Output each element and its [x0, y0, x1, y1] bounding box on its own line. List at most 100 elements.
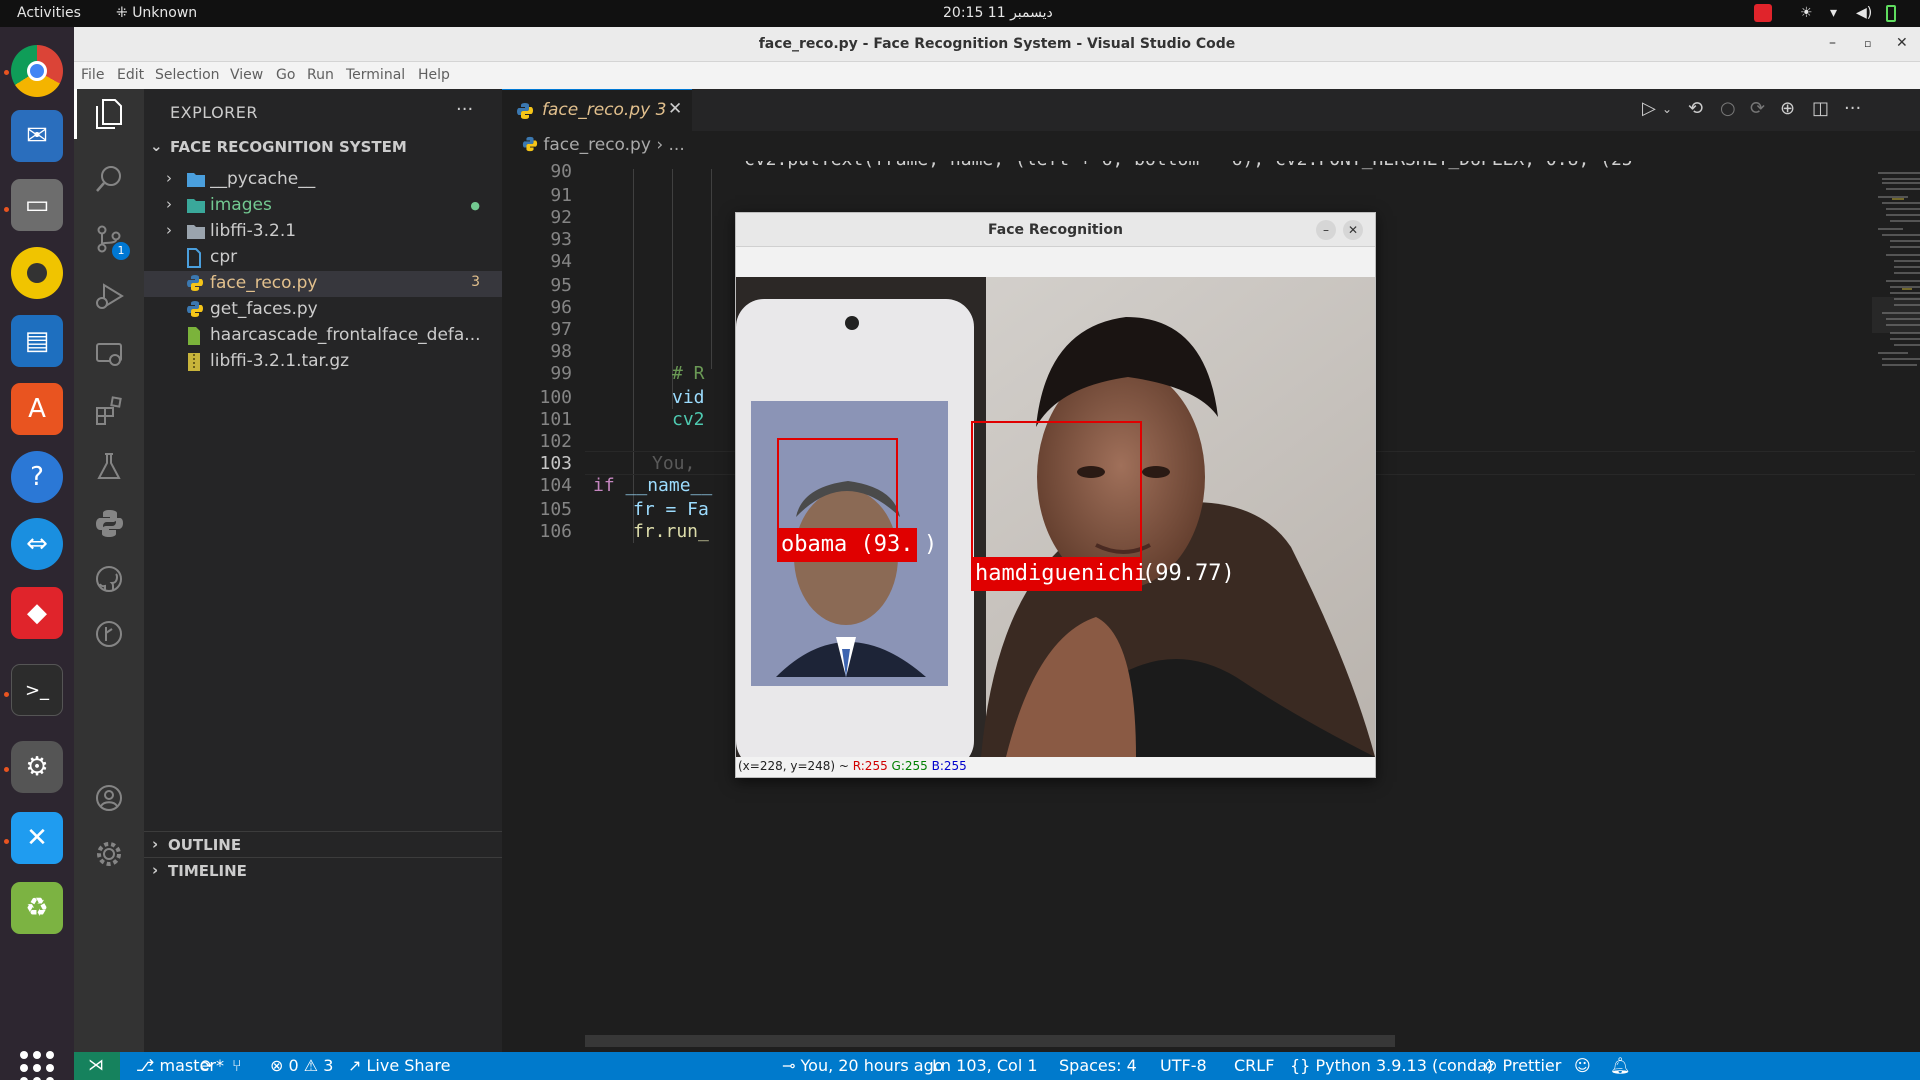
menu-edit[interactable]: Edit: [117, 67, 144, 83]
rhythmbox-icon[interactable]: [11, 247, 63, 299]
python-interpreter[interactable]: 3.9.13 (conda): [1376, 1056, 1493, 1075]
tree-item-libffi[interactable]: › libffi-3.2.1: [144, 219, 502, 245]
minimap[interactable]: [1872, 169, 1920, 419]
language-mode[interactable]: {} Python: [1290, 1056, 1371, 1075]
run-debug-icon[interactable]: [84, 271, 134, 321]
tree-item-get-faces[interactable]: get_faces.py: [144, 297, 502, 323]
anydesk-icon[interactable]: ◆: [11, 587, 63, 639]
tree-item-face-reco[interactable]: face_reco.py 3: [144, 271, 502, 297]
line-number: 97: [550, 319, 572, 340]
breadcrumb-symbols[interactable]: › ...: [656, 135, 684, 155]
software-center-icon[interactable]: A: [11, 383, 63, 435]
accounts-icon[interactable]: [84, 773, 134, 823]
explorer-icon[interactable]: [74, 89, 134, 139]
eol-setting[interactable]: CRLF: [1234, 1056, 1274, 1075]
menu-terminal[interactable]: Terminal: [346, 67, 405, 83]
search-icon[interactable]: [84, 154, 134, 204]
testing-flask-icon[interactable]: [84, 441, 134, 491]
tree-item-images[interactable]: › images ●: [144, 193, 502, 219]
maximize-window-button[interactable]: ▫: [1864, 37, 1871, 50]
chrome-icon[interactable]: [11, 45, 63, 97]
menu-go[interactable]: Go: [276, 67, 295, 83]
outline-section[interactable]: › OUTLINE: [144, 831, 502, 857]
face-recognition-titlebar[interactable]: Face Recognition – ✕: [736, 213, 1375, 247]
menu-view[interactable]: View: [230, 67, 263, 83]
git-graph-icon[interactable]: [84, 609, 134, 659]
tree-item-pycache[interactable]: › __pycache__: [144, 167, 502, 193]
teamviewer-icon[interactable]: ⇔: [11, 518, 63, 570]
minimize-button[interactable]: –: [1316, 220, 1336, 240]
python-icon[interactable]: [84, 497, 134, 547]
explorer-more-actions-button[interactable]: ···: [456, 99, 473, 120]
cursor-position[interactable]: Ln 103, Col 1: [932, 1056, 1038, 1075]
tree-item-cpr[interactable]: cpr: [144, 245, 502, 271]
menu-run[interactable]: Run: [307, 67, 334, 83]
timeline-section[interactable]: › TIMELINE: [144, 857, 502, 883]
more-actions-icon[interactable]: ···: [1844, 98, 1861, 119]
vscode-icon[interactable]: ✕: [11, 812, 63, 864]
remote-explorer-icon[interactable]: [84, 329, 134, 379]
menu-file[interactable]: File: [81, 67, 104, 83]
code-line-105[interactable]: fr = Fa: [633, 499, 709, 520]
git-graph-status-icon[interactable]: ⑂: [232, 1056, 242, 1075]
go-back-changes-icon[interactable]: ⟲: [1688, 98, 1703, 119]
tree-item-haarcascade[interactable]: haarcascade_frontalface_defa...: [144, 323, 502, 349]
notifications-bell-icon[interactable]: 🔔︎: [1610, 1056, 1630, 1075]
minimize-window-button[interactable]: –: [1829, 35, 1836, 51]
app-menu[interactable]: ⁜ Unknown: [116, 5, 197, 21]
trash-icon[interactable]: ♻: [11, 882, 63, 934]
settings-icon[interactable]: ⚙: [11, 741, 63, 793]
clock[interactable]: 20:15 11 ديسمبر: [943, 5, 1053, 21]
code-line-99[interactable]: # R: [672, 363, 705, 384]
code-line-90[interactable]: cv2.putText(frame, name, (left + 6, bott…: [744, 161, 1633, 170]
code-line-106[interactable]: fr.run_: [633, 521, 709, 542]
remote-indicator[interactable]: ⋊: [74, 1052, 120, 1080]
source-control-icon[interactable]: 1: [84, 214, 134, 264]
run-dropdown-chevron-icon[interactable]: ⌄: [1662, 102, 1672, 116]
live-share-button[interactable]: ↗ Live Share: [348, 1056, 450, 1075]
battery-icon[interactable]: [1886, 5, 1896, 22]
wifi-icon[interactable]: ▾: [1830, 5, 1837, 21]
encoding-setting[interactable]: UTF-8: [1160, 1056, 1207, 1075]
prettier-status[interactable]: ⊘ Prettier: [1484, 1056, 1561, 1075]
tree-item-libffi-archive[interactable]: libffi-3.2.1.tar.gz: [144, 349, 502, 375]
close-button[interactable]: ✕: [1343, 220, 1363, 240]
git-blame-status[interactable]: ⊸ You, 20 hours ago: [782, 1056, 944, 1075]
menu-selection[interactable]: Selection: [155, 67, 220, 83]
help-icon[interactable]: ?: [11, 451, 63, 503]
volume-icon[interactable]: ◀): [1856, 5, 1872, 21]
sync-icon[interactable]: ⟳: [200, 1056, 213, 1075]
previous-change-icon[interactable]: ○: [1720, 98, 1736, 119]
tab-face-reco[interactable]: face_reco.py 3 ✕: [502, 89, 692, 131]
brightness-icon[interactable]: ☀: [1800, 5, 1813, 21]
thunderbird-icon[interactable]: ✉: [11, 110, 63, 162]
show-apps-grid-icon[interactable]: [20, 1051, 54, 1080]
explorer-icon-glyph: [96, 99, 122, 129]
problems-indicator[interactable]: ⊗ 0 ⚠ 3: [270, 1056, 333, 1075]
manage-gear-icon[interactable]: [84, 829, 134, 879]
next-change-icon[interactable]: ⟳: [1750, 98, 1765, 119]
extensions-icon[interactable]: [84, 385, 134, 435]
close-window-button[interactable]: ✕: [1896, 35, 1908, 51]
libreoffice-writer-icon[interactable]: ▤: [11, 315, 63, 367]
workspace-folder-label: FACE RECOGNITION SYSTEM: [170, 138, 407, 156]
split-editor-icon[interactable]: ◫: [1812, 98, 1829, 119]
github-icon[interactable]: [84, 554, 134, 604]
horizontal-scrollbar[interactable]: [585, 1035, 1395, 1047]
code-line-100[interactable]: vid: [672, 387, 705, 408]
workspace-folder[interactable]: ⌄ FACE RECOGNITION SYSTEM: [144, 133, 502, 161]
code-line-104[interactable]: if __name__: [593, 475, 712, 496]
terminal-icon[interactable]: >_: [11, 664, 63, 716]
feedback-icon[interactable]: ☺: [1574, 1056, 1591, 1075]
anydesk-tray-icon[interactable]: [1754, 4, 1772, 22]
menu-help[interactable]: Help: [418, 67, 450, 83]
files-icon[interactable]: ▭: [11, 179, 63, 231]
indentation-setting[interactable]: Spaces: 4: [1059, 1056, 1137, 1075]
face-recognition-window[interactable]: Face Recognition – ✕ obama (93.) hamdig…: [735, 212, 1376, 778]
breadcrumb-file[interactable]: face_reco.py: [543, 135, 651, 155]
code-line-101[interactable]: cv2: [672, 409, 705, 430]
open-changes-icon[interactable]: ⊕: [1780, 98, 1795, 119]
activities-button[interactable]: Activities: [17, 5, 81, 21]
close-tab-icon[interactable]: ✕: [668, 99, 682, 119]
run-python-file-icon[interactable]: ▷: [1642, 98, 1656, 119]
